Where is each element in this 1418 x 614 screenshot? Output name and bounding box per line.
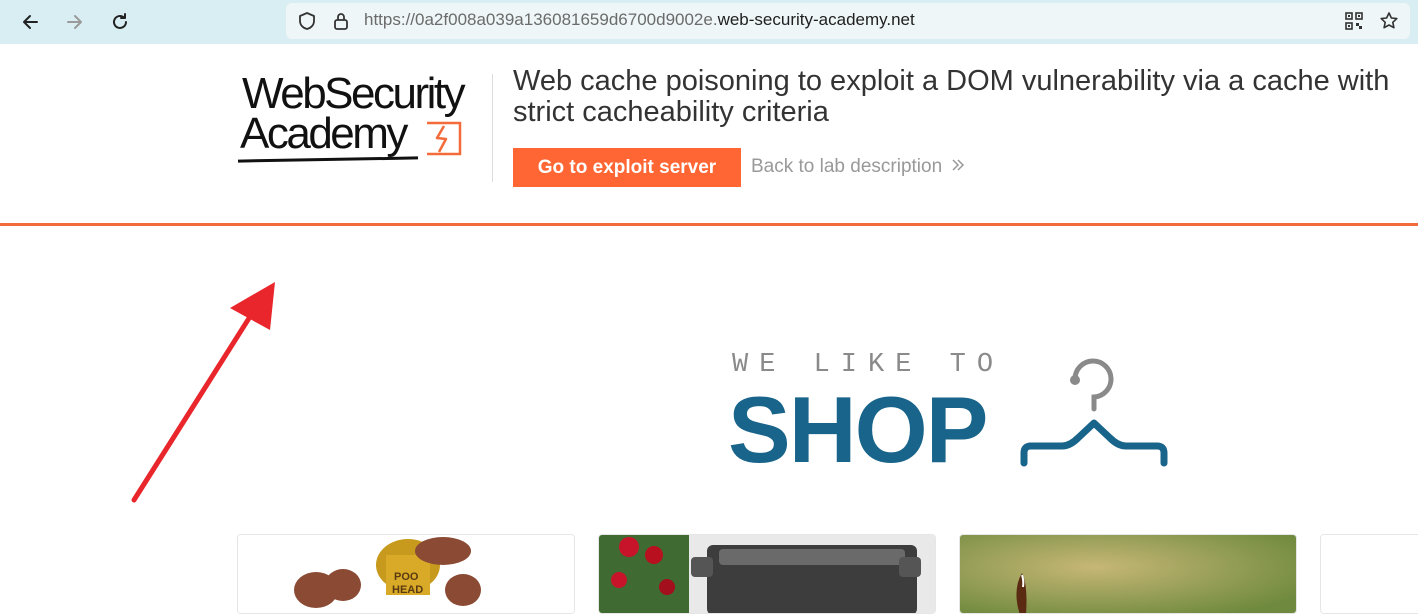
back-link-label: Back to lab description xyxy=(751,156,943,177)
product-card[interactable] xyxy=(1320,534,1418,614)
lab-title: Web cache poisoning to exploit a DOM vul… xyxy=(513,65,1390,128)
bookmark-star-icon[interactable] xyxy=(1378,10,1400,32)
header-divider xyxy=(492,74,493,182)
double-chevron-right-icon xyxy=(952,159,965,171)
browser-toolbar: https://0a2f008a039a136081659d6700d9002e… xyxy=(0,0,1418,44)
product-card[interactable] xyxy=(598,534,936,614)
product-image-typewriter xyxy=(599,535,935,613)
product-card[interactable]: POO HEAD xyxy=(237,534,575,614)
product-card[interactable] xyxy=(959,534,1297,614)
svg-text:HEAD: HEAD xyxy=(392,584,423,596)
product-image-partial xyxy=(1321,535,1418,613)
shield-icon[interactable] xyxy=(296,10,318,32)
reload-icon[interactable] xyxy=(106,8,134,36)
red-annotation-arrow xyxy=(131,282,275,503)
web-security-academy-logo[interactable]: WebSecurity Academy xyxy=(237,72,488,167)
product-image-green xyxy=(960,535,1296,613)
academy-header: WebSecurity Academy Web cache poisoning … xyxy=(0,44,1418,226)
clothes-hanger-icon xyxy=(1020,358,1168,467)
lock-icon[interactable] xyxy=(330,10,352,32)
svg-text:POO: POO xyxy=(394,571,419,583)
logo-lightning-icon xyxy=(427,121,462,156)
shop-heading: SHOP xyxy=(728,377,988,482)
product-image-pooh-head: POO HEAD xyxy=(238,535,574,613)
forward-arrow-icon[interactable] xyxy=(61,8,89,36)
url-text[interactable]: https://0a2f008a039a136081659d6700d9002e… xyxy=(364,10,915,30)
url-host: web-security-academy.net xyxy=(717,10,915,29)
logo-line-2: Academy xyxy=(240,109,408,158)
go-to-exploit-server-button[interactable]: Go to exploit server xyxy=(513,148,741,187)
back-to-lab-description-link[interactable]: Back to lab description xyxy=(751,156,966,178)
qr-code-icon[interactable] xyxy=(1343,10,1365,32)
shop-tagline: WE LIKE TO xyxy=(732,350,1005,380)
back-arrow-icon[interactable] xyxy=(16,8,44,36)
url-prefix: https://0a2f008a039a136081659d6700d9002e… xyxy=(364,10,718,29)
